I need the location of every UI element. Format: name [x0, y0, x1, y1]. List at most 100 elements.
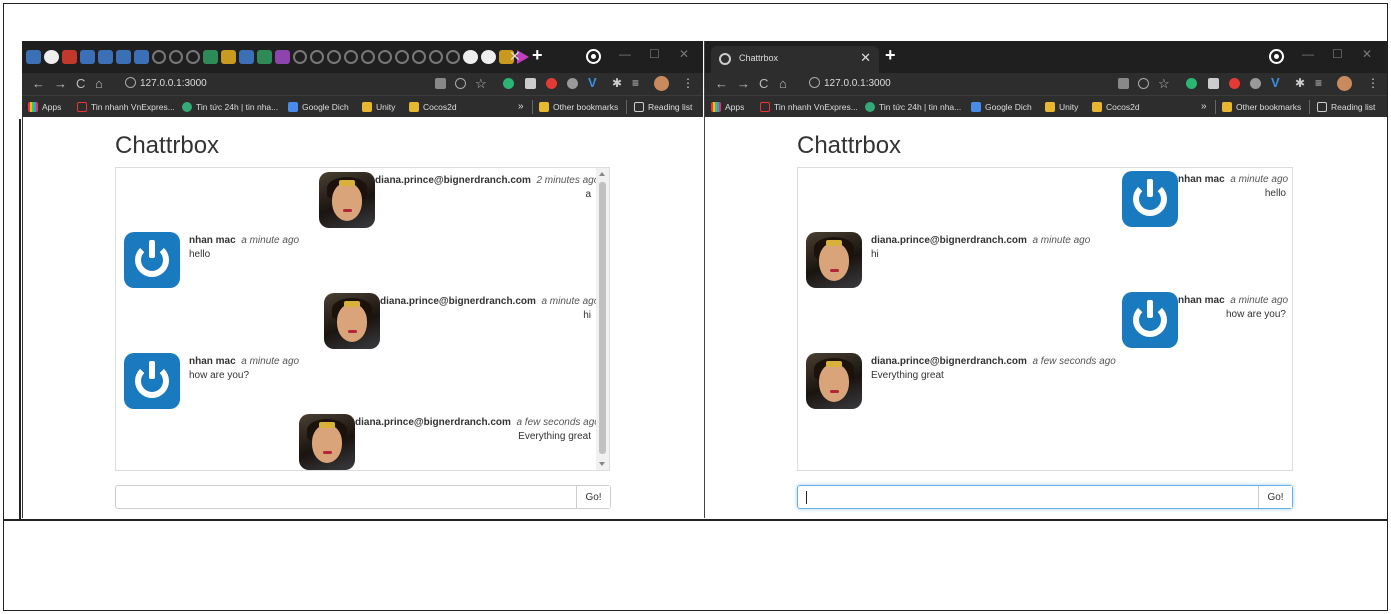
bookmark-vnexpress[interactable]: Tin nhanh VnExpres... — [77, 102, 175, 112]
chrome-tab-icon[interactable] — [481, 50, 496, 64]
translate-icon[interactable] — [1118, 78, 1129, 89]
tab-favicon[interactable] — [257, 50, 272, 64]
message-list[interactable]: diana.prince@bignerdranch.com 2 minutes … — [115, 167, 610, 471]
bookmark-unity[interactable]: Unity — [362, 102, 395, 112]
github-tab-icon[interactable] — [186, 50, 200, 64]
github-tab-icon[interactable] — [361, 50, 375, 64]
github-tab-icon[interactable] — [446, 50, 460, 64]
tab-favicon[interactable] — [44, 50, 59, 64]
vimeo-extension-icon[interactable]: V — [588, 75, 597, 90]
kebab-menu-icon[interactable]: ⋮ — [682, 76, 694, 90]
bookmark-google-dich[interactable]: Google Dich — [971, 102, 1032, 112]
more-bookmarks-icon[interactable]: » — [1201, 101, 1207, 112]
share-icon[interactable] — [455, 78, 466, 89]
minimize-icon[interactable]: — — [1302, 47, 1314, 61]
bookmark-reading-list[interactable]: Reading list — [634, 102, 692, 112]
bookmark-star-icon[interactable]: ☆ — [1158, 76, 1170, 92]
tab-favicon[interactable] — [221, 50, 236, 64]
address-bar[interactable]: 127.0.0.1:3000 — [824, 78, 891, 89]
close-tab-icon[interactable]: ✕ — [860, 50, 871, 66]
profile-avatar[interactable] — [1337, 76, 1352, 91]
bookmark-other[interactable]: Other bookmarks — [1222, 102, 1301, 112]
puzzle-extensions-icon[interactable]: ✱ — [1295, 76, 1305, 90]
forward-icon[interactable]: → — [737, 76, 750, 91]
reload-icon[interactable]: C — [76, 76, 85, 91]
bookmark-cocos2d[interactable]: Cocos2d — [1092, 102, 1140, 112]
extension-icon[interactable] — [546, 78, 557, 89]
extension-icon[interactable] — [567, 78, 578, 89]
minimize-icon[interactable]: — — [619, 47, 631, 61]
bookmark-vnexpress[interactable]: Tin nhanh VnExpres... — [760, 102, 858, 112]
github-tab-icon[interactable] — [412, 50, 426, 64]
github-tab-icon[interactable] — [378, 50, 392, 64]
new-tab-icon[interactable]: + — [532, 45, 543, 66]
forward-icon[interactable]: → — [54, 76, 67, 91]
translate-icon[interactable] — [435, 78, 446, 89]
message-list[interactable]: nhan mac a minute ago hello diana.prince… — [797, 167, 1293, 471]
bookmark-unity[interactable]: Unity — [1045, 102, 1078, 112]
profile-avatar[interactable] — [654, 76, 669, 91]
kebab-menu-icon[interactable]: ⋮ — [1367, 76, 1379, 90]
extension-icon[interactable] — [1229, 78, 1240, 89]
home-icon[interactable]: ⌂ — [95, 76, 103, 91]
extension-icon[interactable] — [503, 78, 514, 89]
tab-favicon[interactable] — [80, 50, 95, 64]
new-tab-icon[interactable]: + — [885, 45, 896, 66]
bookmark-reading-list[interactable]: Reading list — [1317, 102, 1375, 112]
chat-message-input[interactable] — [798, 486, 1258, 508]
camera-extension-icon[interactable] — [1208, 78, 1219, 89]
github-tab-icon[interactable] — [327, 50, 341, 64]
extension-icon[interactable] — [1250, 78, 1261, 89]
bookmark-tintuc[interactable]: Tin tức 24h | tin nha... — [865, 102, 961, 112]
github-tab-icon[interactable] — [395, 50, 409, 64]
tab-favicon[interactable] — [116, 50, 131, 64]
tab-favicon[interactable] — [134, 50, 149, 64]
site-info-icon[interactable] — [125, 77, 136, 88]
home-icon[interactable]: ⌂ — [779, 76, 787, 91]
bookmark-apps[interactable]: Apps — [28, 102, 61, 112]
bookmark-tintuc[interactable]: Tin tức 24h | tin nha... — [182, 102, 278, 112]
github-tab-icon[interactable] — [310, 50, 324, 64]
chat-message-input[interactable] — [116, 486, 576, 508]
extension-icon[interactable] — [1186, 78, 1197, 89]
scroll-up-icon[interactable] — [599, 172, 605, 176]
back-icon[interactable]: ← — [32, 76, 45, 91]
bookmark-star-icon[interactable]: ☆ — [475, 76, 487, 92]
tab-chattrbox[interactable]: Chattrbox ✕ — [711, 46, 879, 73]
vimeo-extension-icon[interactable]: V — [1271, 75, 1280, 90]
record-icon[interactable] — [1271, 51, 1282, 62]
go-button[interactable]: Go! — [576, 486, 610, 508]
github-tab-icon[interactable] — [152, 50, 166, 64]
close-tab-icon[interactable]: ✕ — [509, 48, 521, 65]
tab-favicon[interactable] — [98, 50, 113, 64]
github-tab-icon[interactable] — [169, 50, 183, 64]
github-tab-icon[interactable] — [429, 50, 443, 64]
tab-favicon[interactable] — [26, 50, 41, 64]
github-tab-icon[interactable] — [293, 50, 307, 64]
site-info-icon[interactable] — [809, 77, 820, 88]
address-bar[interactable]: 127.0.0.1:3000 — [140, 78, 207, 89]
share-icon[interactable] — [1138, 78, 1149, 89]
camera-extension-icon[interactable] — [525, 78, 536, 89]
record-icon[interactable] — [588, 51, 599, 62]
reload-icon[interactable]: C — [759, 76, 768, 91]
go-button[interactable]: Go! — [1258, 486, 1292, 508]
tab-favicon[interactable] — [203, 50, 218, 64]
bookmark-google-dich[interactable]: Google Dich — [288, 102, 349, 112]
maximize-icon[interactable]: ☐ — [1332, 47, 1343, 61]
scroll-down-icon[interactable] — [599, 462, 605, 466]
scroll-thumb[interactable] — [599, 182, 606, 454]
bookmark-cocos2d[interactable]: Cocos2d — [409, 102, 457, 112]
puzzle-extensions-icon[interactable]: ✱ — [612, 76, 622, 90]
bookmark-apps[interactable]: Apps — [711, 102, 744, 112]
github-tab-icon[interactable] — [344, 50, 358, 64]
bookmark-other[interactable]: Other bookmarks — [539, 102, 618, 112]
message-list-scrollbar[interactable] — [596, 168, 609, 470]
close-window-icon[interactable]: ✕ — [679, 47, 689, 61]
tab-favicon[interactable] — [275, 50, 290, 64]
close-window-icon[interactable]: ✕ — [1362, 47, 1372, 61]
tab-favicon[interactable] — [239, 50, 254, 64]
reading-mode-icon[interactable]: ≡ — [1315, 76, 1322, 90]
more-bookmarks-icon[interactable]: » — [518, 101, 524, 112]
maximize-icon[interactable]: ☐ — [649, 47, 660, 61]
